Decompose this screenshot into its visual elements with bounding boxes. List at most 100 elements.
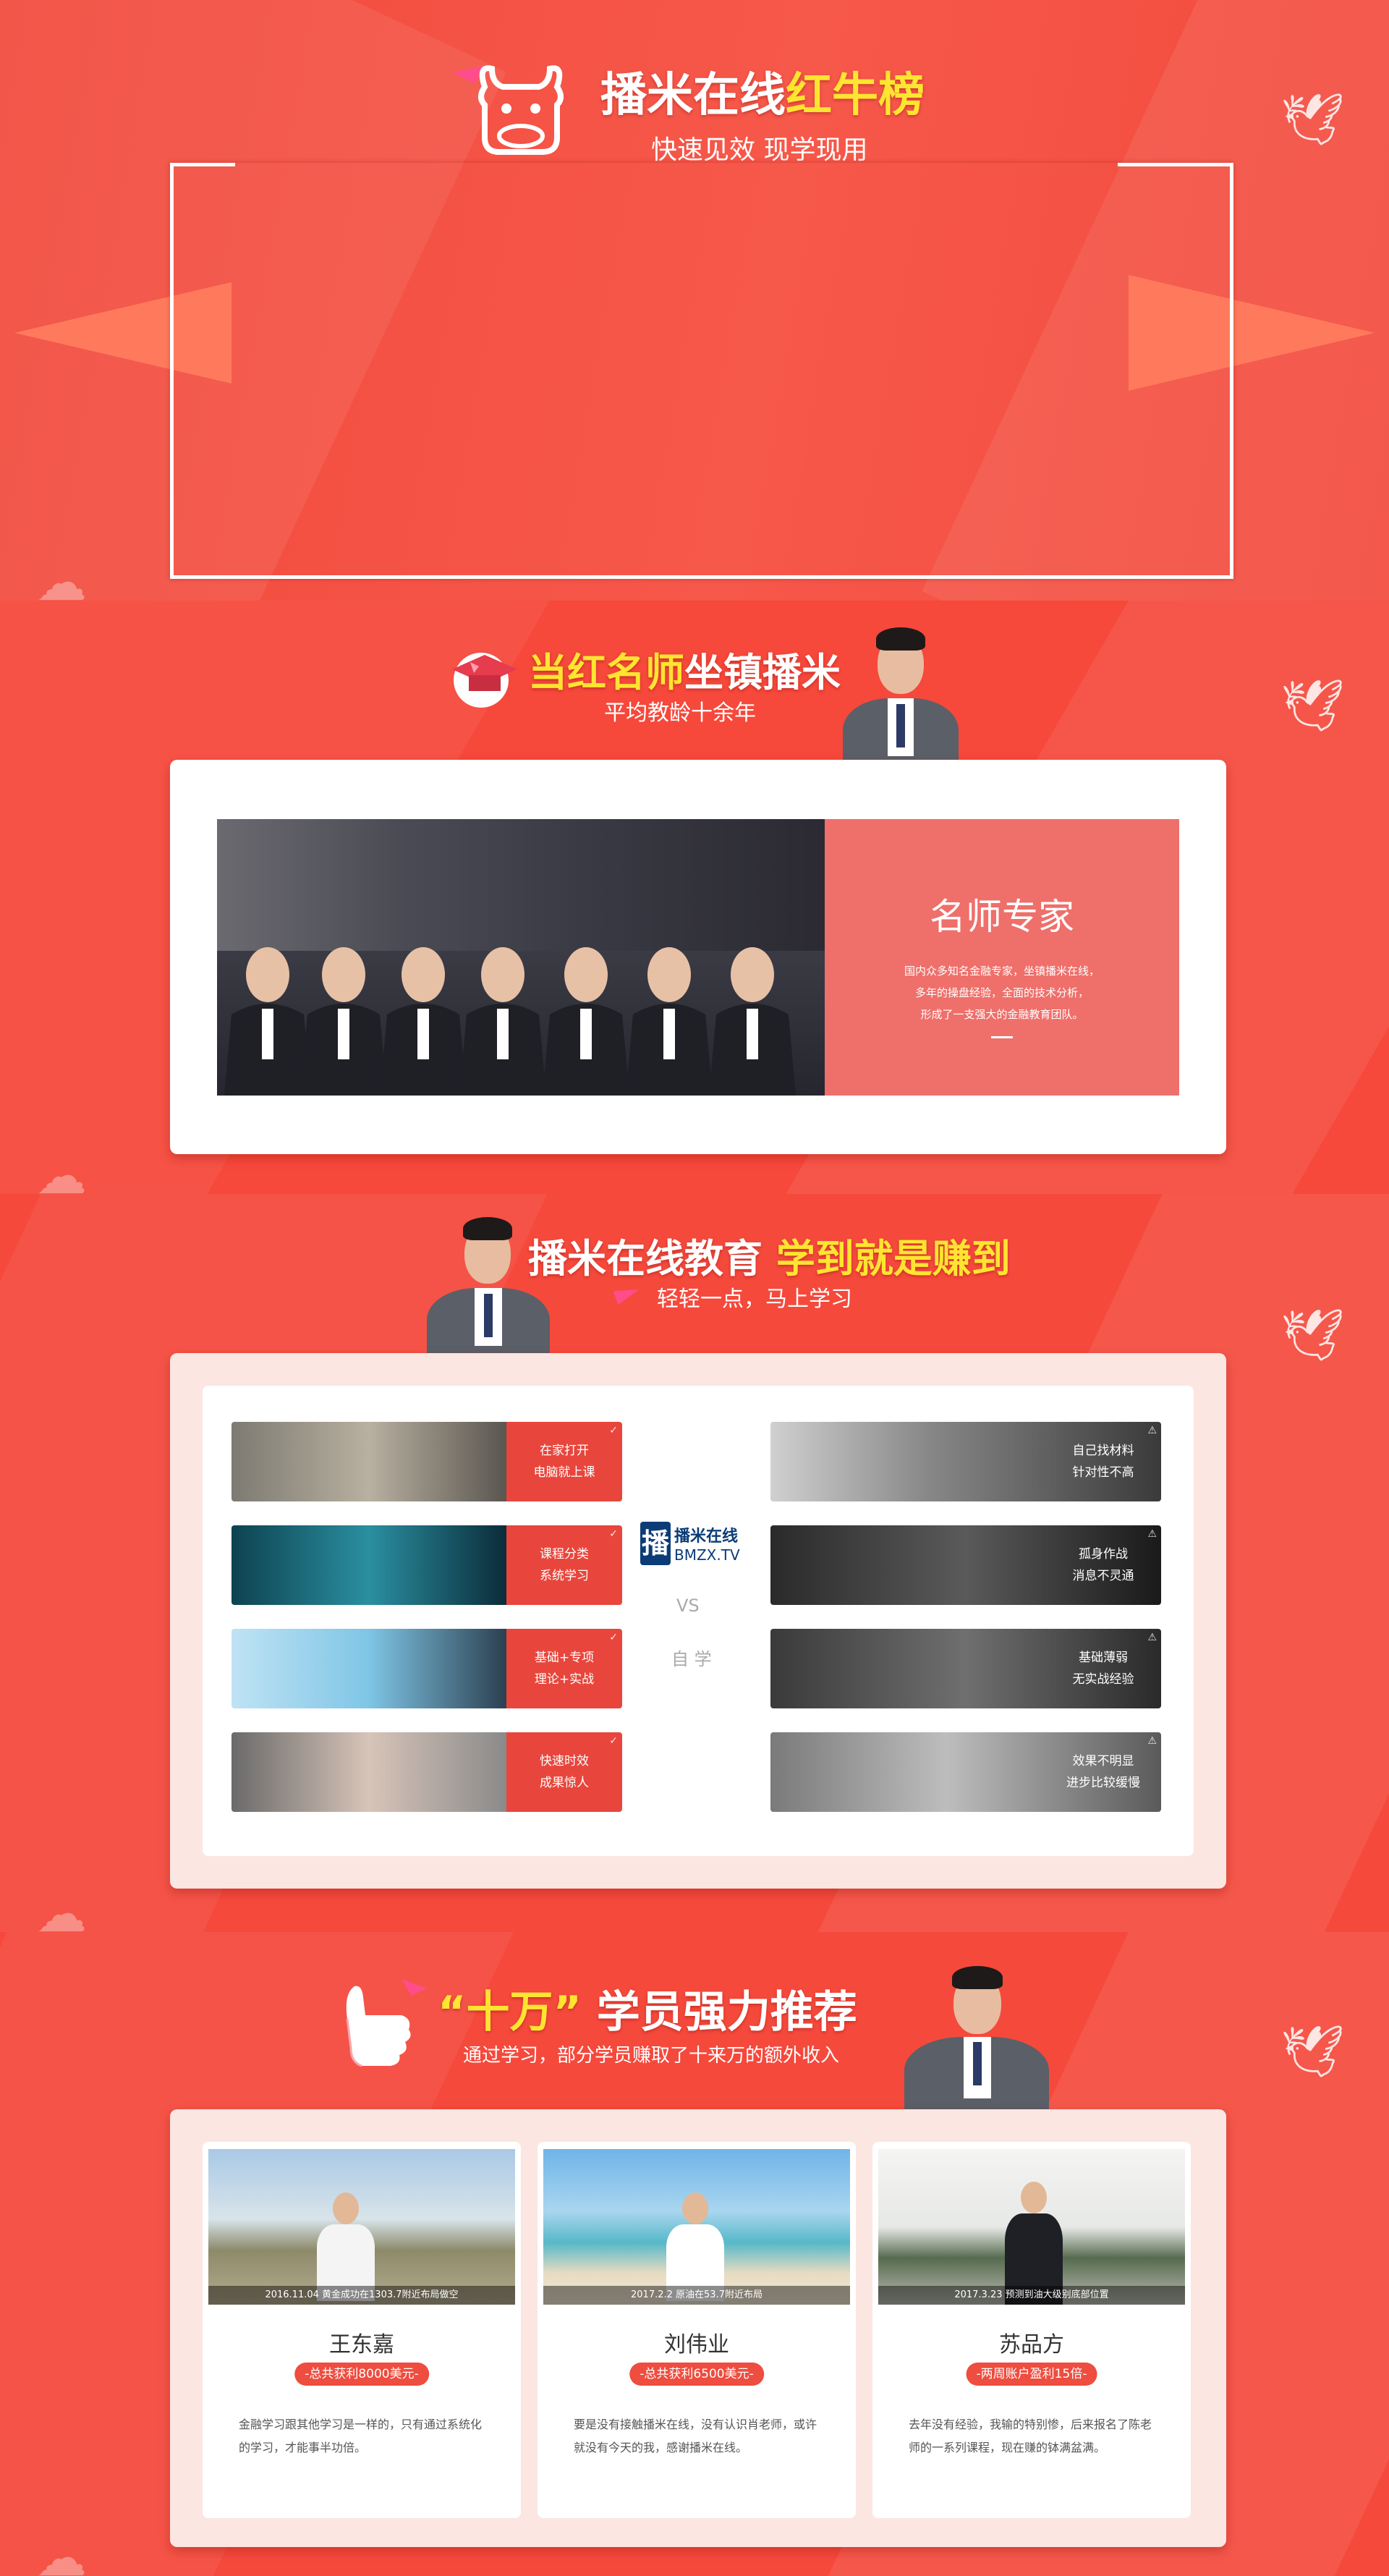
teacher-portrait — [843, 619, 959, 778]
education-title-white: 播米在线教育 — [528, 1236, 763, 1281]
teachers-title-highlight: 当红名师 — [528, 650, 684, 695]
hero-title: 播米在线红牛榜 — [600, 58, 925, 124]
testimonial-text: 要是没有接触播米在线，没有认识肖老师，或许就没有今天的我，感谢播米在线。 — [574, 2418, 817, 2454]
tile-label-line: 基础+专项 — [534, 1651, 595, 1665]
education-inner-panel: 在家打开电脑就上课 ✓ 课程分类系统学习 ✓ 基础+专项理论+实战 ✓ 快速时效… — [203, 1386, 1194, 1856]
student-photo: 2017.2.2 原油在53.7附近布局 — [543, 2149, 850, 2305]
testimonial-card[interactable]: 2017.2.2 原油在53.7附近布局 刘伟业 -总共获利6500美元- 要是… — [538, 2142, 856, 2518]
hero-section: 🕊 ☁ 播米在线红牛榜 快速见效 现学现用 — [0, 0, 1389, 601]
tile-label-line: 无实战经验 — [1072, 1672, 1134, 1687]
bull-head-icon — [449, 58, 579, 159]
compare-tile-left[interactable]: 在家打开电脑就上课 ✓ — [232, 1422, 622, 1501]
teachers-panel-text: 国内众多知名金融专家，坐镇播米在线， 多年的操盘经验，全面的技术分析， 形成了一… — [825, 960, 1179, 1025]
tile-label-line: 自己找材料 — [1072, 1444, 1134, 1458]
tile-label-line: 成果惊人 — [540, 1776, 589, 1790]
hero-title-white: 播米在线 — [600, 69, 786, 122]
compare-tile-right[interactable]: 孤身作战 消息不灵通 ⚠ — [770, 1525, 1161, 1605]
teachers-title-white: 坐镇播米 — [684, 650, 841, 695]
hero-frame-top-right — [1118, 163, 1230, 166]
panel-text-line: 多年的操盘经验，全面的技术分析， — [914, 986, 1089, 999]
tile-label-line: 课程分类 — [540, 1547, 589, 1562]
tile-label-line: 快速时效 — [540, 1754, 589, 1768]
testimonial-text: 金融学习跟其他学习是一样的，只有通过系统化的学习，才能事半功倍。 — [239, 2418, 483, 2454]
student-photo: 2017.3.23 预测到油大级别底部位置 — [878, 2149, 1185, 2305]
testimonials-title-highlight: 十万 — [466, 1987, 553, 2038]
tile-label-line: 孤身作战 — [1079, 1547, 1128, 1562]
photo-caption: 2017.3.23 预测到油大级别底部位置 — [878, 2286, 1185, 2305]
cloud-decoration: ☁ — [36, 1146, 87, 1194]
cloud-decoration: ☁ — [36, 2528, 87, 2576]
hero-frame — [170, 163, 1233, 579]
brand-name-en: BMZX.TV — [674, 1546, 740, 1564]
check-circle-icon: ✓ — [609, 1632, 618, 1643]
check-circle-icon: ✓ — [609, 1425, 618, 1436]
thumbs-up-icon — [333, 1975, 427, 2069]
hero-title-highlight: 红牛榜 — [786, 69, 925, 122]
tile-label-line: 基础薄弱 — [1079, 1651, 1128, 1665]
tile-label-line: 电脑就上课 — [533, 1465, 595, 1480]
profit-badge: -总共获利6500美元- — [629, 2363, 764, 2386]
compare-tile-right[interactable]: 自己找材料针对性不高 ⚠ — [770, 1422, 1161, 1501]
teacher-portrait — [904, 1954, 1049, 2120]
hero-frame-top-left — [170, 163, 235, 166]
bird-decoration: 🕊 — [1280, 90, 1345, 149]
tile-label-line: 进步比较缓慢 — [1066, 1776, 1140, 1790]
warning-icon: ⚠ — [1147, 1632, 1157, 1643]
teachers-intro-panel: 名师专家 国内众多知名金融专家，坐镇播米在线， 多年的操盘经验，全面的技术分析，… — [825, 819, 1179, 1096]
compare-tile-right[interactable]: 基础薄弱无实战经验 ⚠ — [770, 1629, 1161, 1708]
self-study-label: 自 学 — [671, 1649, 712, 1669]
tile-photo — [232, 1732, 506, 1812]
tile-label-line: 系统学习 — [540, 1569, 589, 1583]
education-section: 🕊 ☁ 播米在线教育 学到就是赚到 轻轻一点，马上学习 在家打开 电脑就上课 ✓ … — [0, 1194, 1389, 1932]
testimonials-title: “十万” 学员强力推荐 — [438, 1977, 857, 2040]
compare-tile-left[interactable]: 基础+专项理论+实战 ✓ — [232, 1629, 622, 1708]
student-name: 刘伟业 — [664, 2332, 729, 2357]
tile-photo — [232, 1422, 506, 1501]
warning-icon: ⚠ — [1147, 1735, 1157, 1747]
education-card: 在家打开电脑就上课 ✓ 课程分类系统学习 ✓ 基础+专项理论+实战 ✓ 快速时效… — [170, 1353, 1226, 1889]
bird-decoration: 🕊 — [1280, 676, 1345, 735]
student-name: 王东嘉 — [329, 2332, 394, 2357]
panel-divider — [991, 1036, 1013, 1038]
compare-tile-left[interactable]: 快速时效成果惊人 ✓ — [232, 1732, 622, 1812]
compare-tile-left[interactable]: 课程分类系统学习 ✓ — [232, 1525, 622, 1605]
check-circle-icon: ✓ — [609, 1735, 618, 1747]
bird-decoration: 🕊 — [1280, 2022, 1345, 2081]
education-title: 播米在线教育 学到就是赚到 — [528, 1226, 1011, 1284]
vs-label: VS — [676, 1596, 700, 1616]
teachers-subtitle: 平均教龄十余年 — [604, 700, 756, 726]
hero-subtitle: 快速见效 现学现用 — [651, 135, 868, 165]
teachers-section: 🕊 ☁ 当红名师坐镇播米 平均教龄十余年 名师专家 国内众多知名金融专家，坐镇播… — [0, 601, 1389, 1194]
tile-label-line: 在家打开 — [540, 1444, 589, 1458]
check-circle-icon: ✓ — [609, 1528, 618, 1540]
tile-label-line: 理论+实战 — [534, 1672, 595, 1687]
testimonials-title-white: 学员强力推荐 — [596, 1987, 857, 2038]
paper-plane-icon — [613, 1282, 642, 1305]
testimonial-card[interactable]: 2016.11.04 黄金成功在1303.7附近布局做空 王东嘉 -总共获利80… — [203, 2142, 521, 2518]
panel-text-line: 国内众多知名金融专家，坐镇播米在线， — [904, 965, 1100, 978]
warning-icon: ⚠ — [1147, 1425, 1157, 1436]
title-quote-open: “ — [438, 1987, 467, 2038]
tile-label-line: 针对性不高 — [1072, 1465, 1134, 1480]
teachers-group-photo — [217, 819, 825, 1096]
student-photo: 2016.11.04 黄金成功在1303.7附近布局做空 — [208, 2149, 515, 2305]
photo-caption: 2017.2.2 原油在53.7附近布局 — [543, 2286, 850, 2305]
brand-logo-icon: 播 — [640, 1522, 671, 1565]
bird-decoration: 🕊 — [1280, 1305, 1345, 1365]
cloud-decoration: ☁ — [36, 1884, 87, 1932]
compare-tile-right[interactable]: 效果不明显进步比较缓慢 ⚠ — [770, 1732, 1161, 1812]
testimonial-text: 去年没有经验，我输的特别惨，后来报名了陈老师的一系列课程，现在赚的钵满盆满。 — [909, 2418, 1152, 2454]
panel-text-line: 形成了一支强大的金融教育团队。 — [920, 1008, 1084, 1021]
profit-badge: -两周账户盈利15倍- — [966, 2363, 1097, 2386]
student-name: 苏品方 — [999, 2332, 1064, 2357]
tile-label-line: 消息不灵通 — [1072, 1569, 1134, 1583]
photo-caption: 2016.11.04 黄金成功在1303.7附近布局做空 — [208, 2286, 515, 2305]
teachers-card: 名师专家 国内众多知名金融专家，坐镇播米在线， 多年的操盘经验，全面的技术分析，… — [170, 760, 1226, 1154]
testimonial-card[interactable]: 2017.3.23 预测到油大级别底部位置 苏品方 -两周账户盈利15倍- 去年… — [872, 2142, 1191, 2518]
tile-photo — [232, 1629, 506, 1708]
tile-label-line: 效果不明显 — [1072, 1754, 1134, 1768]
cloud-decoration: ☁ — [36, 553, 87, 601]
graduation-cap-icon — [441, 640, 521, 713]
teachers-panel-title: 名师专家 — [930, 896, 1074, 938]
education-title-highlight: 学到就是赚到 — [776, 1236, 1011, 1281]
